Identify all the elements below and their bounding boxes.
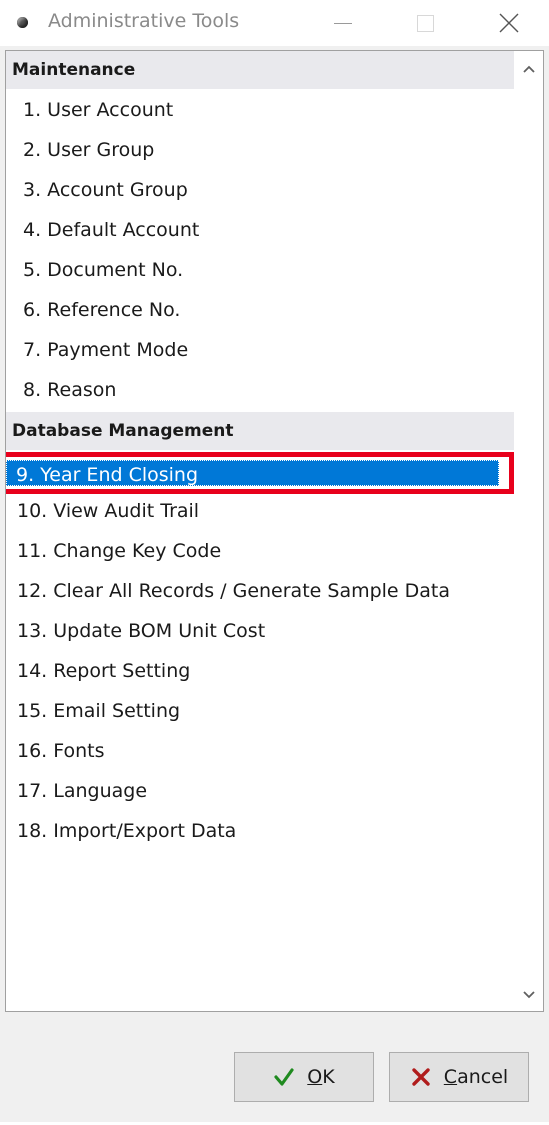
list-item-year-end-closing[interactable]: 9. Year End Closing: [6, 450, 514, 494]
list-item-report-setting[interactable]: 14. Report Setting: [6, 651, 514, 691]
list-item-reference-no[interactable]: 6. Reference No.: [6, 290, 514, 330]
list-item-import-export-data[interactable]: 18. Import/Export Data: [6, 811, 514, 851]
maximize-button[interactable]: [402, 0, 448, 46]
ok-button-label: OK: [307, 1066, 335, 1088]
list-item-language[interactable]: 17. Language: [6, 771, 514, 811]
chevron-down-icon: [522, 991, 535, 999]
scroll-down-button[interactable]: [514, 979, 543, 1011]
group-header-maintenance: Maintenance: [6, 51, 514, 89]
group-header-database-management: Database Management: [6, 412, 514, 450]
window-title: Administrative Tools: [48, 10, 240, 32]
tools-list[interactable]: Maintenance 1. User Account 2. User Grou…: [5, 50, 544, 1012]
list-item-user-group[interactable]: 2. User Group: [6, 130, 514, 170]
highlight-frame: 9. Year End Closing: [6, 452, 514, 494]
tools-list-area: Maintenance 1. User Account 2. User Grou…: [6, 51, 514, 1011]
list-item-user-account[interactable]: 1. User Account: [6, 90, 514, 130]
list-item-clear-all-records[interactable]: 12. Clear All Records / Generate Sample …: [6, 571, 514, 611]
vertical-scrollbar[interactable]: [514, 51, 543, 1011]
cancel-button-label: Cancel: [443, 1066, 509, 1088]
list-item-default-account[interactable]: 4. Default Account: [6, 210, 514, 250]
list-item-payment-mode[interactable]: 7. Payment Mode: [6, 330, 514, 370]
list-item-view-audit-trail[interactable]: 10. View Audit Trail: [6, 491, 514, 531]
list-item-change-key-code[interactable]: 11. Change Key Code: [6, 531, 514, 571]
chevron-up-icon: [522, 65, 535, 73]
maximize-icon: [416, 14, 434, 32]
cancel-button[interactable]: Cancel: [389, 1052, 529, 1102]
title-bar: Administrative Tools: [0, 0, 549, 46]
close-icon: [499, 13, 519, 33]
app-icon[interactable]: [17, 17, 28, 28]
ok-button[interactable]: OK: [234, 1052, 374, 1102]
cross-icon: [410, 1066, 432, 1088]
minimize-button[interactable]: [320, 0, 366, 46]
list-item-update-bom-unit-cost[interactable]: 13. Update BOM Unit Cost: [6, 611, 514, 651]
list-item-document-no[interactable]: 5. Document No.: [6, 250, 514, 290]
list-item-label: 9. Year End Closing: [16, 464, 199, 486]
minimize-icon: [334, 22, 352, 24]
list-item-fonts[interactable]: 16. Fonts: [6, 731, 514, 771]
list-item-reason[interactable]: 8. Reason: [6, 370, 514, 410]
checkmark-icon: [273, 1066, 295, 1088]
list-item-email-setting[interactable]: 15. Email Setting: [6, 691, 514, 731]
close-button[interactable]: [486, 0, 532, 46]
list-item-account-group[interactable]: 3. Account Group: [6, 170, 514, 210]
scroll-up-button[interactable]: [514, 53, 543, 85]
